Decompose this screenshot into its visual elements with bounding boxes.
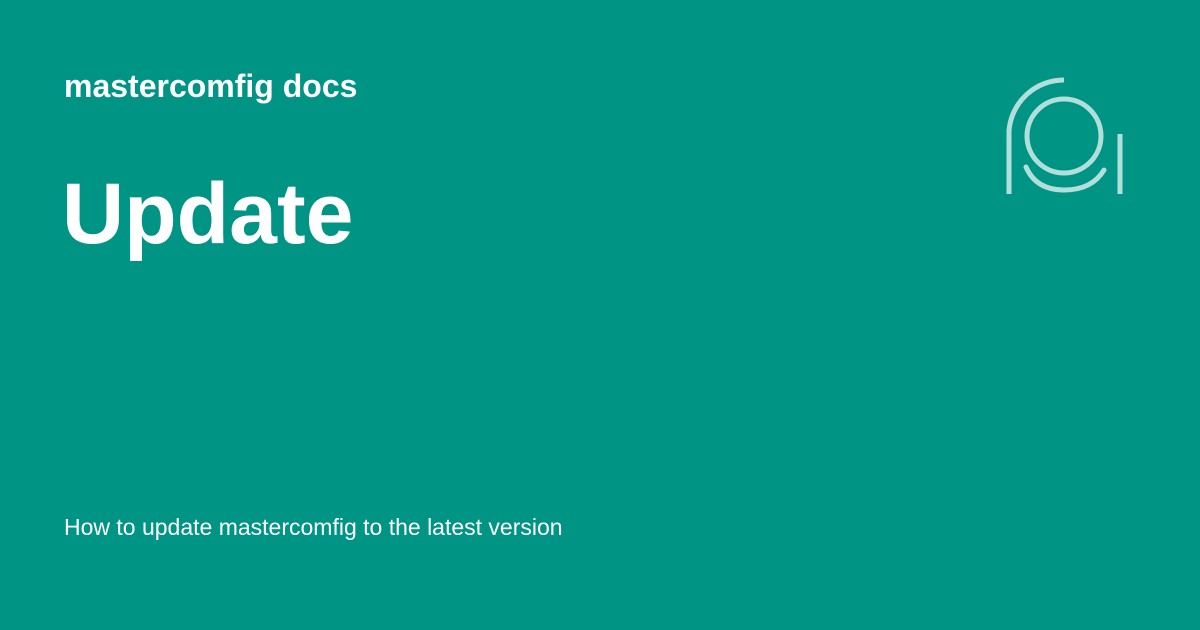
page-title: Update bbox=[62, 166, 354, 262]
social-card: mastercomfig docs Update How to update m… bbox=[0, 0, 1200, 630]
logo-outer-arc bbox=[1006, 77, 1065, 194]
logo-bottom-sweep bbox=[1023, 164, 1107, 193]
logo-inner-ring bbox=[1024, 96, 1104, 176]
page-description: How to update mastercomfig to the latest… bbox=[64, 514, 563, 540]
site-name: mastercomfig docs bbox=[64, 68, 358, 104]
mastercomfig-logo-icon bbox=[1006, 77, 1123, 194]
